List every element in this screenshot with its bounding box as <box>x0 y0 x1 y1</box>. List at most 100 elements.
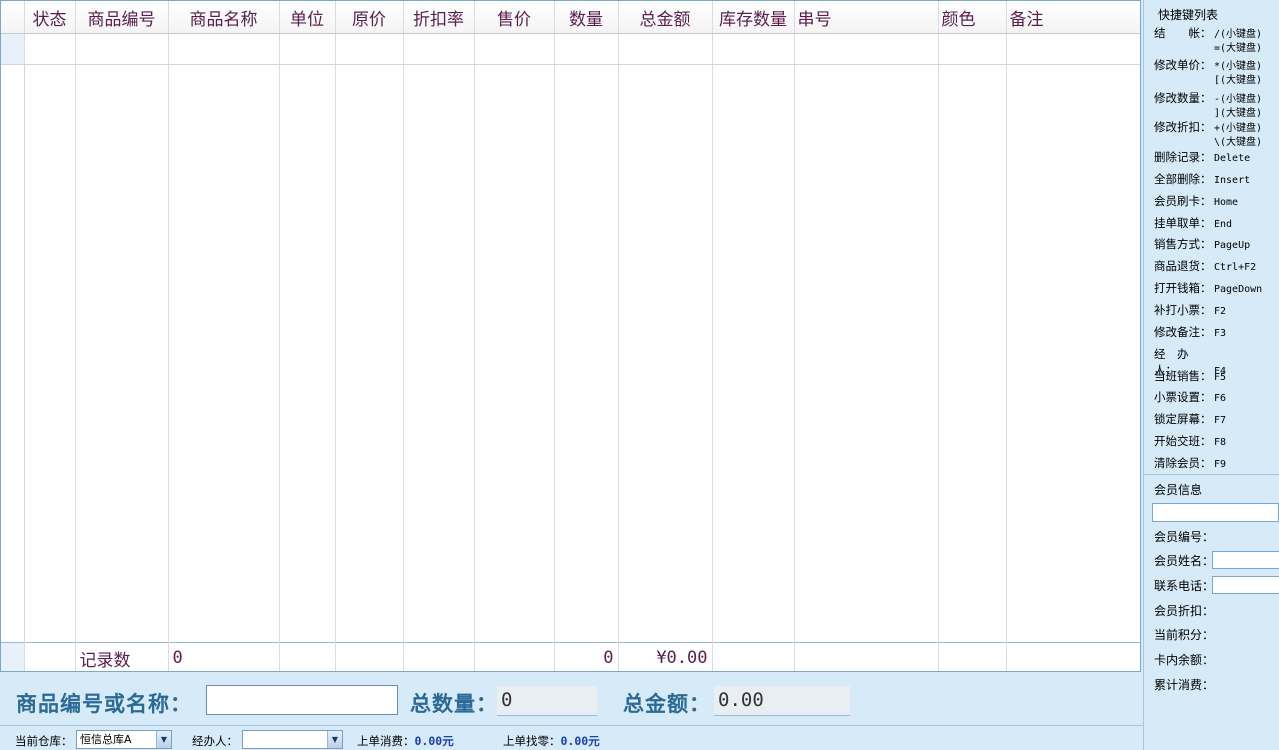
cell-stock-quantity[interactable] <box>712 33 795 65</box>
member-name-field[interactable] <box>1212 551 1279 569</box>
shortcut-label: 打开钱箱： <box>1154 281 1212 295</box>
last-spend: 上单消费：0.00元 <box>357 733 454 749</box>
last-change: 上单找零：0.00元 <box>503 733 600 749</box>
shortcut-item: 补打小票： F2 <box>1154 302 1226 320</box>
member-phone-field[interactable] <box>1212 576 1279 594</box>
warehouse-select[interactable]: 恒信总库A ▼ <box>76 730 172 749</box>
shortcut-list-title: 快捷键列表 <box>1158 8 1219 22</box>
col-header-item-name[interactable]: 商品名称 <box>168 1 280 34</box>
shortcut-key: F9 <box>1214 459 1227 470</box>
shortcut-key: Ctrl+F2 <box>1214 262 1257 273</box>
grid-empty-area <box>1 64 1140 643</box>
member-total-spend-label: 累计消费： <box>1154 678 1215 692</box>
shortcut-item: 商品退货： Ctrl+F2 <box>1154 258 1256 276</box>
cell-unit[interactable] <box>279 33 336 65</box>
shortcut-item: 销售方式： PageUp <box>1154 236 1250 254</box>
item-code-input[interactable] <box>206 685 398 715</box>
shortcut-key: Delete <box>1214 153 1251 164</box>
col-header-discount-rate[interactable]: 折扣率 <box>403 1 475 34</box>
shortcut-item: 修改折扣： +(小键盘) \(大键盘) <box>1154 119 1262 148</box>
shortcut-item: 挂单取单： End <box>1154 215 1232 233</box>
cell-remark[interactable] <box>1006 33 1140 65</box>
last-spend-value: 0.00元 <box>414 734 454 748</box>
shortcut-item: 小票设置： F6 <box>1154 389 1226 407</box>
col-header-status[interactable]: 状态 <box>24 1 76 34</box>
quantity-total: 0 <box>554 642 619 671</box>
row-indicator-header <box>1 1 25 34</box>
chevron-down-icon[interactable]: ▼ <box>327 731 342 748</box>
warehouse-select-value: 恒信总库A <box>80 733 132 746</box>
handler-select[interactable]: ▼ <box>242 730 343 749</box>
shortcut-label: 清除会员： <box>1154 456 1212 470</box>
col-header-total-amount[interactable]: 总金额 <box>618 1 713 34</box>
shortcut-label: 会员刷卡： <box>1154 194 1212 208</box>
cell-color[interactable] <box>938 33 1007 65</box>
shortcut-item: 修改数量： -(小键盘)](大键盘) <box>1154 90 1262 119</box>
amount-total: ¥0.00 <box>618 642 713 671</box>
shortcut-label: 修改数量： <box>1154 91 1212 105</box>
side-panel: 快捷键列表 结 帐：/(小键盘) =(大键盘) 修改单价： *(小键盘) [(大键盘) 修… <box>1143 0 1279 750</box>
member-name-label: 会员姓名： <box>1154 554 1215 568</box>
member-id-label: 会员编号： <box>1154 530 1215 544</box>
shortcut-label: 修改备注： <box>1154 325 1212 339</box>
chevron-down-icon[interactable]: ▼ <box>156 731 171 748</box>
cell-total-amount[interactable] <box>618 33 713 65</box>
total-amount-label: 总金额： <box>623 691 711 716</box>
col-header-item-code[interactable]: 商品编号 <box>75 1 169 34</box>
summary-row: 记录数 0 0 ¥0.00 <box>1 642 1140 671</box>
shortcut-label: 删除记录： <box>1154 150 1212 164</box>
member-card-input[interactable] <box>1152 503 1279 522</box>
shortcut-item: 结 帐：/(小键盘) =(大键盘) <box>1154 25 1262 54</box>
shortcut-key-alt: =(大键盘) <box>1214 43 1263 54</box>
col-header-unit[interactable]: 单位 <box>279 1 336 34</box>
last-change-label: 上单找零： <box>503 734 561 748</box>
col-header-quantity[interactable]: 数量 <box>554 1 619 34</box>
shortcut-label: 修改折扣： <box>1154 120 1212 134</box>
shortcut-label: 全部删除： <box>1154 172 1212 186</box>
sales-grid[interactable]: 状态 商品编号 商品名称 单位 原价 折扣率 售价 数量 总金额 库存数量 串号… <box>0 0 1141 672</box>
shortcut-label: 补打小票： <box>1154 303 1212 317</box>
shortcut-key: F8 <box>1214 437 1227 448</box>
shortcut-item: 锁定屏幕： F7 <box>1154 411 1226 429</box>
cell-quantity[interactable] <box>554 33 619 65</box>
last-change-value: 0.00元 <box>560 734 600 748</box>
shortcut-label: 销售方式： <box>1154 237 1212 251</box>
cell-serial-number[interactable] <box>794 33 939 65</box>
member-phone-label: 联系电话： <box>1154 579 1215 593</box>
row-indicator[interactable] <box>1 33 25 65</box>
last-spend-label: 上单消费： <box>357 734 415 748</box>
shortcut-item: 会员刷卡： Home <box>1154 193 1238 211</box>
cell-status[interactable] <box>24 33 76 65</box>
shortcut-item: 修改单价： *(小键盘) [(大键盘) <box>1154 57 1262 86</box>
shortcut-label: 修改单价： <box>1154 58 1212 72</box>
cell-item-name[interactable] <box>168 33 280 65</box>
col-header-remark[interactable]: 备注 <box>1006 1 1140 34</box>
shortcut-key: End <box>1214 219 1233 230</box>
cell-original-price[interactable] <box>335 33 404 65</box>
shortcut-key-alt: [(大键盘) <box>1214 75 1263 86</box>
item-code-label: 商品编号或名称： <box>16 691 192 716</box>
col-header-stock-quantity[interactable]: 库存数量 <box>712 1 795 34</box>
shortcut-key: F2 <box>1214 306 1227 317</box>
col-header-original-price[interactable]: 原价 <box>335 1 404 34</box>
cell-item-code[interactable] <box>75 33 169 65</box>
shortcut-key: F5 <box>1214 372 1227 383</box>
shortcut-key: F3 <box>1214 328 1227 339</box>
shortcut-label: 商品退货： <box>1154 259 1212 273</box>
col-header-color[interactable]: 颜色 <box>938 1 1007 34</box>
member-discount-label: 会员折扣： <box>1154 604 1215 618</box>
total-amount-value: 0.00 <box>714 686 850 716</box>
shortcut-item: 删除记录： Delete <box>1154 149 1250 167</box>
member-info-title: 会员信息 <box>1154 483 1203 497</box>
shortcut-item: 全部删除： Insert <box>1154 171 1250 189</box>
shortcut-item: 当班销售： F5 <box>1154 368 1226 386</box>
table-row[interactable] <box>1 33 1140 65</box>
col-header-sale-price[interactable]: 售价 <box>474 1 555 34</box>
cell-sale-price[interactable] <box>474 33 555 65</box>
warehouse-label: 当前仓库： <box>15 734 73 748</box>
shortcut-item: 开始交班： F8 <box>1154 433 1226 451</box>
total-quantity-label: 总数量： <box>410 691 498 716</box>
cell-discount-rate[interactable] <box>403 33 475 65</box>
shortcut-label: 挂单取单： <box>1154 216 1212 230</box>
col-header-serial-number[interactable]: 串号 <box>794 1 939 34</box>
